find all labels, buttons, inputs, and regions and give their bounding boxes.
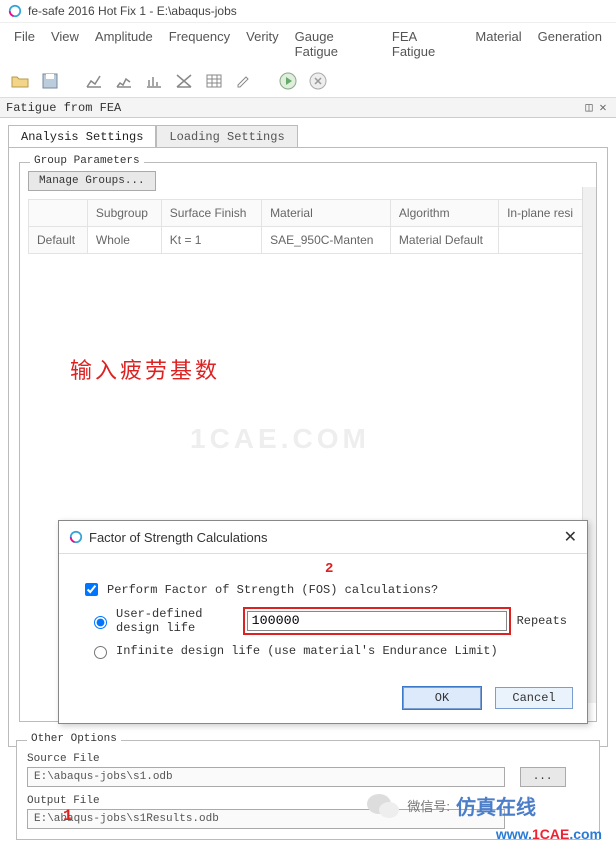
menu-fea-fatigue[interactable]: FEA Fatigue	[392, 29, 460, 59]
play-icon[interactable]	[276, 69, 300, 93]
tab-loading-settings[interactable]: Loading Settings	[156, 125, 297, 148]
col-algorithm: Algorithm	[390, 200, 498, 227]
cell-inplane[interactable]	[499, 227, 588, 254]
wechat-icon	[365, 790, 401, 820]
table-icon[interactable]	[202, 69, 226, 93]
col-inplane: In-plane resi	[499, 200, 588, 227]
repeats-label: Repeats	[517, 614, 567, 628]
chart4-icon[interactable]	[172, 69, 196, 93]
dialog-title-text: Factor of Strength Calculations	[89, 530, 267, 545]
app-icon	[8, 4, 22, 18]
ok-button[interactable]: OK	[403, 687, 481, 709]
edit-icon[interactable]	[232, 69, 256, 93]
window-titlebar: fe-safe 2016 Hot Fix 1 - E:\abaqus-jobs	[0, 0, 616, 23]
menu-verity[interactable]: Verity	[246, 29, 279, 59]
watermark-1cae: 1CAE.COM	[190, 423, 370, 455]
annotation-input-fatigue-base: 输入疲劳基数	[70, 353, 220, 385]
open-icon[interactable]	[8, 69, 32, 93]
source-file-label: Source File	[27, 753, 589, 765]
dock-close-icon[interactable]: ✕	[596, 100, 610, 115]
menubar: File View Amplitude Frequency Verity Gau…	[0, 23, 616, 67]
menu-generation[interactable]: Generation	[538, 29, 602, 59]
menu-gauge-fatigue[interactable]: Gauge Fatigue	[295, 29, 376, 59]
col-surface-finish: Surface Finish	[161, 200, 261, 227]
col-blank	[29, 200, 88, 227]
row-header: Default	[29, 227, 88, 254]
cell-surface-finish[interactable]: Kt = 1	[161, 227, 261, 254]
wechat-overlay: 微信号: 仿真在线	[365, 790, 536, 820]
group-parameters-title: Group Parameters	[30, 155, 144, 167]
col-subgroup: Subgroup	[87, 200, 161, 227]
chart1-icon[interactable]	[82, 69, 106, 93]
infinite-life-radio[interactable]	[94, 646, 107, 659]
dialog-app-icon	[69, 530, 83, 544]
menu-view[interactable]: View	[51, 29, 79, 59]
manage-groups-button[interactable]: Manage Groups...	[28, 171, 156, 191]
wechat-label: 微信号:	[407, 796, 450, 815]
save-icon[interactable]	[38, 69, 62, 93]
design-life-input[interactable]	[247, 611, 507, 631]
user-defined-life-label: User-defined design life	[116, 607, 237, 635]
dialog-titlebar: Factor of Strength Calculations ✕	[59, 521, 587, 554]
cell-algorithm[interactable]: Material Default	[390, 227, 498, 254]
dock-pin-icon[interactable]: ◫	[582, 100, 596, 115]
tab-analysis-settings[interactable]: Analysis Settings	[8, 125, 156, 148]
menu-material[interactable]: Material	[475, 29, 521, 59]
tab-strip: Analysis Settings Loading Settings	[8, 124, 616, 147]
cancel-button[interactable]: Cancel	[495, 687, 573, 709]
col-material: Material	[262, 200, 391, 227]
other-options-title: Other Options	[27, 733, 121, 745]
perform-fos-checkbox[interactable]	[85, 583, 98, 596]
source-file-browse-button[interactable]: ...	[520, 767, 566, 787]
group-parameters-table[interactable]: Subgroup Surface Finish Material Algorit…	[28, 199, 588, 254]
chart3-icon[interactable]	[142, 69, 166, 93]
dock-header: Fatigue from FEA ◫ ✕	[0, 98, 616, 118]
menu-frequency[interactable]: Frequency	[169, 29, 230, 59]
infinite-life-label: Infinite design life (use material's End…	[116, 644, 498, 658]
cell-subgroup[interactable]: Whole	[87, 227, 161, 254]
chart2-icon[interactable]	[112, 69, 136, 93]
window-title: fe-safe 2016 Hot Fix 1 - E:\abaqus-jobs	[28, 4, 237, 18]
annotation-number-1: 1	[63, 807, 73, 825]
fos-dialog: Factor of Strength Calculations ✕ Perfor…	[58, 520, 588, 724]
toolbar	[0, 67, 616, 98]
menu-file[interactable]: File	[14, 29, 35, 59]
perform-fos-label: Perform Factor of Strength (FOS) calcula…	[107, 583, 438, 597]
brand-watermark: www.1CAE.com	[496, 826, 602, 842]
source-file-field[interactable]: E:\abaqus-jobs\s1.odb	[27, 767, 505, 787]
cell-material[interactable]: SAE_950C-Manten	[262, 227, 391, 254]
menu-amplitude[interactable]: Amplitude	[95, 29, 153, 59]
user-defined-life-radio[interactable]	[94, 616, 107, 629]
dock-title: Fatigue from FEA	[6, 101, 121, 115]
design-life-redbox	[243, 607, 511, 635]
dialog-close-button[interactable]: ✕	[564, 527, 577, 547]
table-row[interactable]: Default Whole Kt = 1 SAE_950C-Manten Mat…	[29, 227, 588, 254]
wechat-name-cn: 仿真在线	[456, 791, 536, 820]
annotation-number-2: 2	[325, 561, 333, 577]
stop-icon[interactable]	[306, 69, 330, 93]
